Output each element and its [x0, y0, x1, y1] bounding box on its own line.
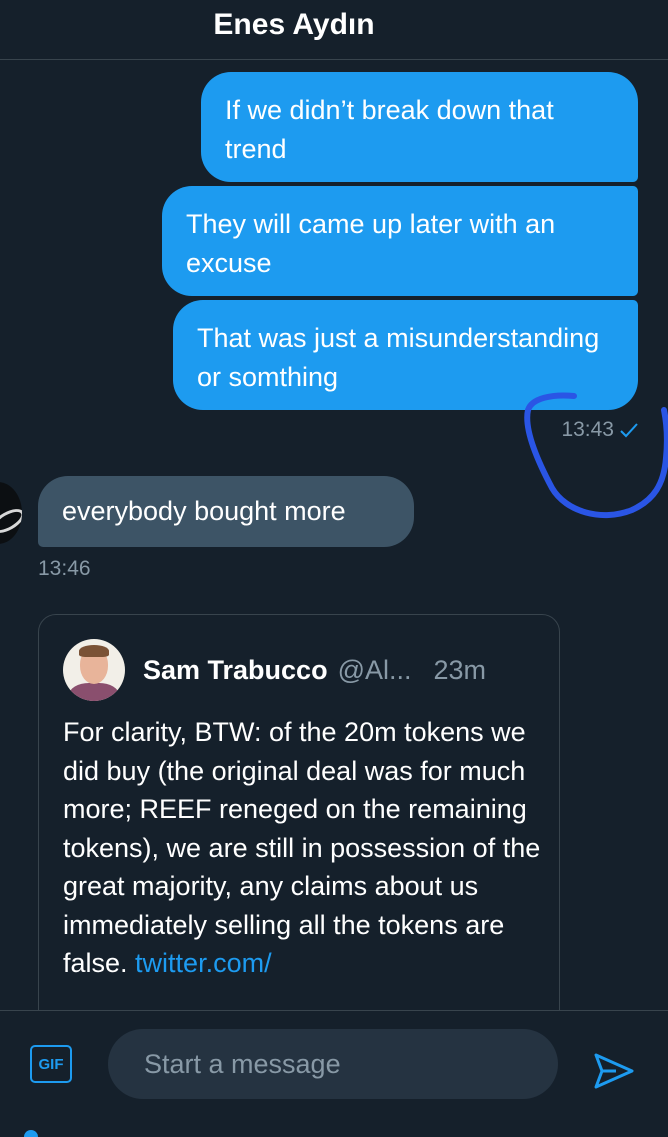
conversation-header: Enes Aydın [0, 0, 668, 60]
contact-name[interactable]: Enes Aydın [213, 8, 374, 42]
gif-icon[interactable]: GIF [30, 1045, 72, 1083]
send-icon[interactable] [592, 1049, 636, 1093]
tweet-link[interactable]: twitter.com/ [135, 948, 272, 978]
indicator-dot [24, 1130, 38, 1137]
tweet-body-text: For clarity, BTW: of the 20m tokens we d… [63, 717, 541, 978]
received-message[interactable]: everybody bought more [38, 476, 414, 547]
tweet-time: 23m [433, 654, 487, 685]
message-input[interactable] [108, 1029, 558, 1099]
tweet-author-handle: @Al... [337, 654, 412, 685]
contact-avatar[interactable] [0, 482, 22, 544]
tweet-text: For clarity, BTW: of the 20m tokens we d… [63, 713, 543, 983]
sent-message[interactable]: If we didn’t break down that trend [201, 72, 638, 182]
hand-drawn-circle-annotation [524, 392, 668, 519]
tweet-author-avatar[interactable] [63, 639, 125, 701]
tweet-header: Sam Trabucco @Al... 23m [63, 639, 486, 701]
received-timestamp: 13:46 [38, 557, 91, 580]
dm-conversation-screen: Enes Aydın If we didn’t break down that … [0, 0, 668, 1137]
tweet-author-name[interactable]: Sam Trabucco [143, 655, 328, 686]
message-composer: GIF [0, 1010, 668, 1137]
sent-message[interactable]: They will came up later with an excuse [162, 186, 638, 296]
shared-tweet-card[interactable]: Sam Trabucco @Al... 23m For clarity, BTW… [38, 614, 560, 1044]
